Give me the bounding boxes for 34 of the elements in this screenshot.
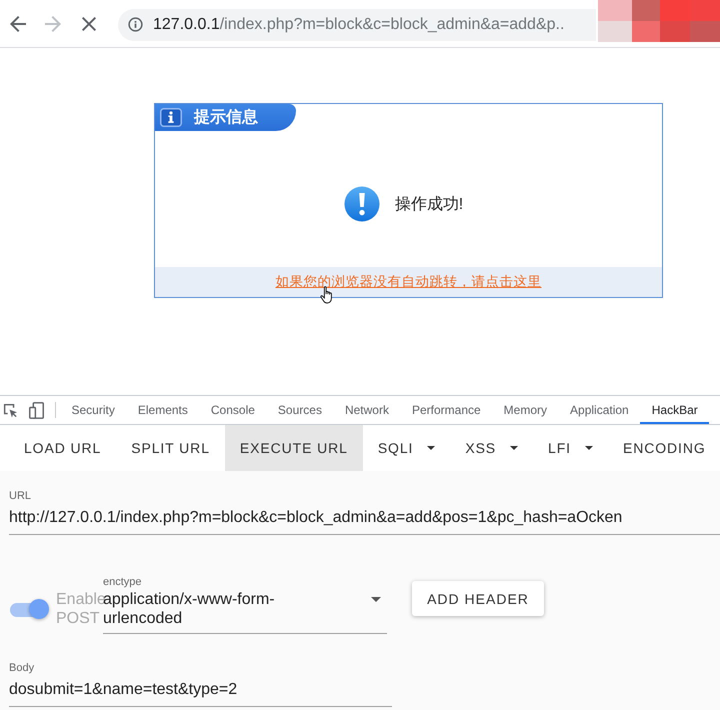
exclamation-icon — [344, 186, 380, 222]
dropdown-button[interactable]: SQLI — [362, 425, 450, 471]
toolbar-button[interactable]: EXECUTE URL — [224, 425, 363, 471]
devtools-tab[interactable]: Network — [333, 396, 400, 424]
close-icon[interactable] — [82, 16, 96, 30]
dropdown-button[interactable]: XSS — [450, 425, 534, 471]
post-toggle[interactable] — [10, 599, 50, 620]
caret-icon — [510, 446, 518, 450]
devtools-tab[interactable]: Memory — [492, 396, 559, 424]
devtools-tab[interactable]: Performance — [400, 396, 492, 424]
caret-icon — [584, 446, 593, 450]
caret-icon — [427, 446, 436, 450]
enctype-select[interactable]: enctype application/x-www-form-urlencoded — [103, 575, 387, 634]
back-icon[interactable] — [10, 16, 26, 32]
url-field[interactable]: URL http://127.0.0.1/index.php?m=block&c=block_admin&a=add&pos=1&pc_hash=aOcken — [9, 489, 720, 535]
dropdown-button[interactable]: LFI — [533, 425, 608, 471]
device-icon[interactable] — [29, 402, 44, 418]
toolbar-button[interactable]: SPLIT URL — [116, 425, 225, 471]
devtools-tab[interactable]: Application — [558, 396, 640, 424]
devtools-tab[interactable]: Console — [199, 396, 266, 424]
info-icon[interactable] — [128, 17, 143, 32]
info-icon — [160, 108, 182, 127]
caret-icon — [371, 597, 381, 602]
address-bar[interactable]: 127.0.0.1/index.php?m=block&c=block_admin&a=add&p.. — [118, 8, 596, 40]
message-text: 操作成功! — [394, 194, 464, 214]
inspect-icon[interactable] — [3, 402, 18, 418]
devtools-tab[interactable]: Sources — [266, 396, 334, 424]
dialog-title: 提示信息 — [194, 107, 258, 128]
body-field[interactable]: Body dosubmit=1&name=test&type=2 — [9, 661, 392, 707]
devtools-tab[interactable]: Security — [60, 396, 126, 424]
devtools-tab[interactable]: Elements — [126, 396, 200, 424]
toolbar-button[interactable]: ENCODING — [608, 425, 720, 471]
toolbar-button[interactable]: LOAD URL — [9, 425, 116, 471]
add-header-button[interactable]: ADD HEADER — [412, 581, 544, 616]
